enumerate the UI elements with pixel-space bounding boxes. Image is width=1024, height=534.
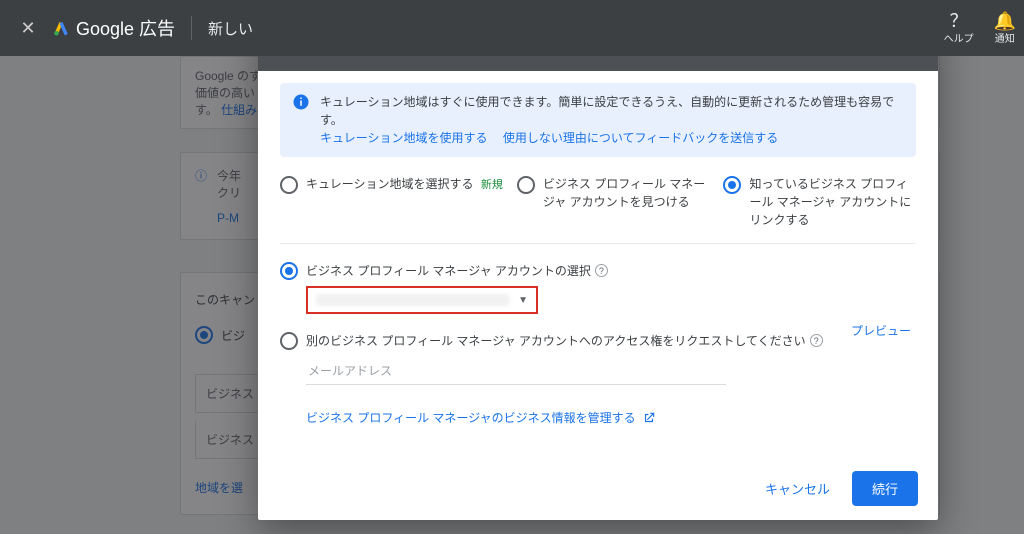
ads-logo-icon — [52, 19, 70, 37]
continue-button[interactable]: 続行 — [852, 471, 918, 506]
close-icon[interactable]: ✕ — [8, 18, 48, 39]
suboption-request-access[interactable]: 別のビジネス プロフィール マネージャ アカウントへのアクセス権をリクエストして… — [280, 332, 846, 350]
manage-bpm-link-text: ビジネス プロフィール マネージャのビジネス情報を管理する — [306, 409, 636, 426]
google-ads-logo: Google 広告 — [52, 15, 175, 41]
notif-label: 通知 — [995, 30, 1015, 45]
suboption-select-bpm-label: ビジネス プロフィール マネージャ アカウントの選択 — [306, 262, 591, 279]
breadcrumb: 新しい — [208, 18, 253, 39]
primary-options: キュレーション地域を選択する 新規 ビジネス プロフィール マネージャ アカウン… — [280, 175, 916, 229]
caret-down-icon: ▼ — [518, 295, 528, 306]
help-icon: ？ — [950, 12, 968, 30]
header-divider — [191, 16, 192, 40]
radio-icon — [280, 176, 298, 194]
email-field[interactable] — [306, 358, 726, 385]
suboption-select-bpm[interactable]: ビジネス プロフィール マネージャ アカウントの選択 ? — [280, 262, 846, 280]
radio-icon — [517, 176, 535, 194]
option-link-bpm[interactable]: 知っているビジネス プロフィール マネージャ アカウントにリンクする — [723, 175, 916, 229]
option-curation[interactable]: キュレーション地域を選択する 新規 — [280, 175, 503, 229]
banner-link-feedback[interactable]: 使用しない理由についてフィードバックを送信する — [503, 131, 778, 145]
radio-selected-icon — [280, 262, 298, 280]
separator — [280, 243, 916, 244]
preview-link[interactable]: プレビュー — [851, 324, 911, 338]
help-label: ヘルプ — [944, 30, 974, 45]
select-location-modal: アカウントに適した地域を選択 キュレーション地域はすぐに使用できます。簡単に設定… — [258, 22, 938, 520]
option-find-bpm-label: ビジネス プロフィール マネージャ アカウントを見つける — [543, 175, 710, 211]
suboption-request-access-label: 別のビジネス プロフィール マネージャ アカウントへのアクセス権をリクエストして… — [306, 332, 806, 349]
modal-body: キュレーション地域はすぐに使用できます。簡単に設定できるうえ、自動的に更新される… — [258, 71, 938, 457]
cancel-button[interactable]: キャンセル — [751, 471, 844, 506]
external-link-icon — [642, 411, 656, 425]
banner-text: キュレーション地域はすぐに使用できます。簡単に設定できるうえ、自動的に更新される… — [320, 93, 904, 129]
app-header: ✕ Google 広告 新しい ？ ヘルプ 🔔 通知 — [0, 0, 1024, 56]
info-icon — [292, 93, 310, 111]
modal-footer: キャンセル 続行 — [258, 457, 938, 520]
bpm-account-select[interactable]: ▼ — [306, 286, 538, 314]
help-tooltip-icon[interactable]: ? — [595, 264, 608, 277]
option-link-bpm-label: 知っているビジネス プロフィール マネージャ アカウントにリンクする — [749, 175, 916, 229]
radio-selected-icon — [723, 176, 741, 194]
info-banner: キュレーション地域はすぐに使用できます。簡単に設定できるうえ、自動的に更新される… — [280, 83, 916, 157]
selected-account-redacted — [316, 294, 510, 306]
manage-bpm-link[interactable]: ビジネス プロフィール マネージャのビジネス情報を管理する — [306, 409, 656, 426]
option-curation-label: キュレーション地域を選択する — [306, 177, 474, 191]
brand-text: Google 広告 — [76, 15, 175, 41]
banner-link-use[interactable]: キュレーション地域を使用する — [320, 131, 488, 145]
option-find-bpm[interactable]: ビジネス プロフィール マネージャ アカウントを見つける — [517, 175, 710, 229]
new-badge: 新規 — [481, 179, 503, 191]
notifications-button[interactable]: 🔔 通知 — [994, 12, 1016, 45]
help-button[interactable]: ？ ヘルプ — [944, 12, 974, 45]
bell-icon: 🔔 — [994, 12, 1016, 30]
radio-icon — [280, 332, 298, 350]
help-tooltip-icon[interactable]: ? — [810, 334, 823, 347]
